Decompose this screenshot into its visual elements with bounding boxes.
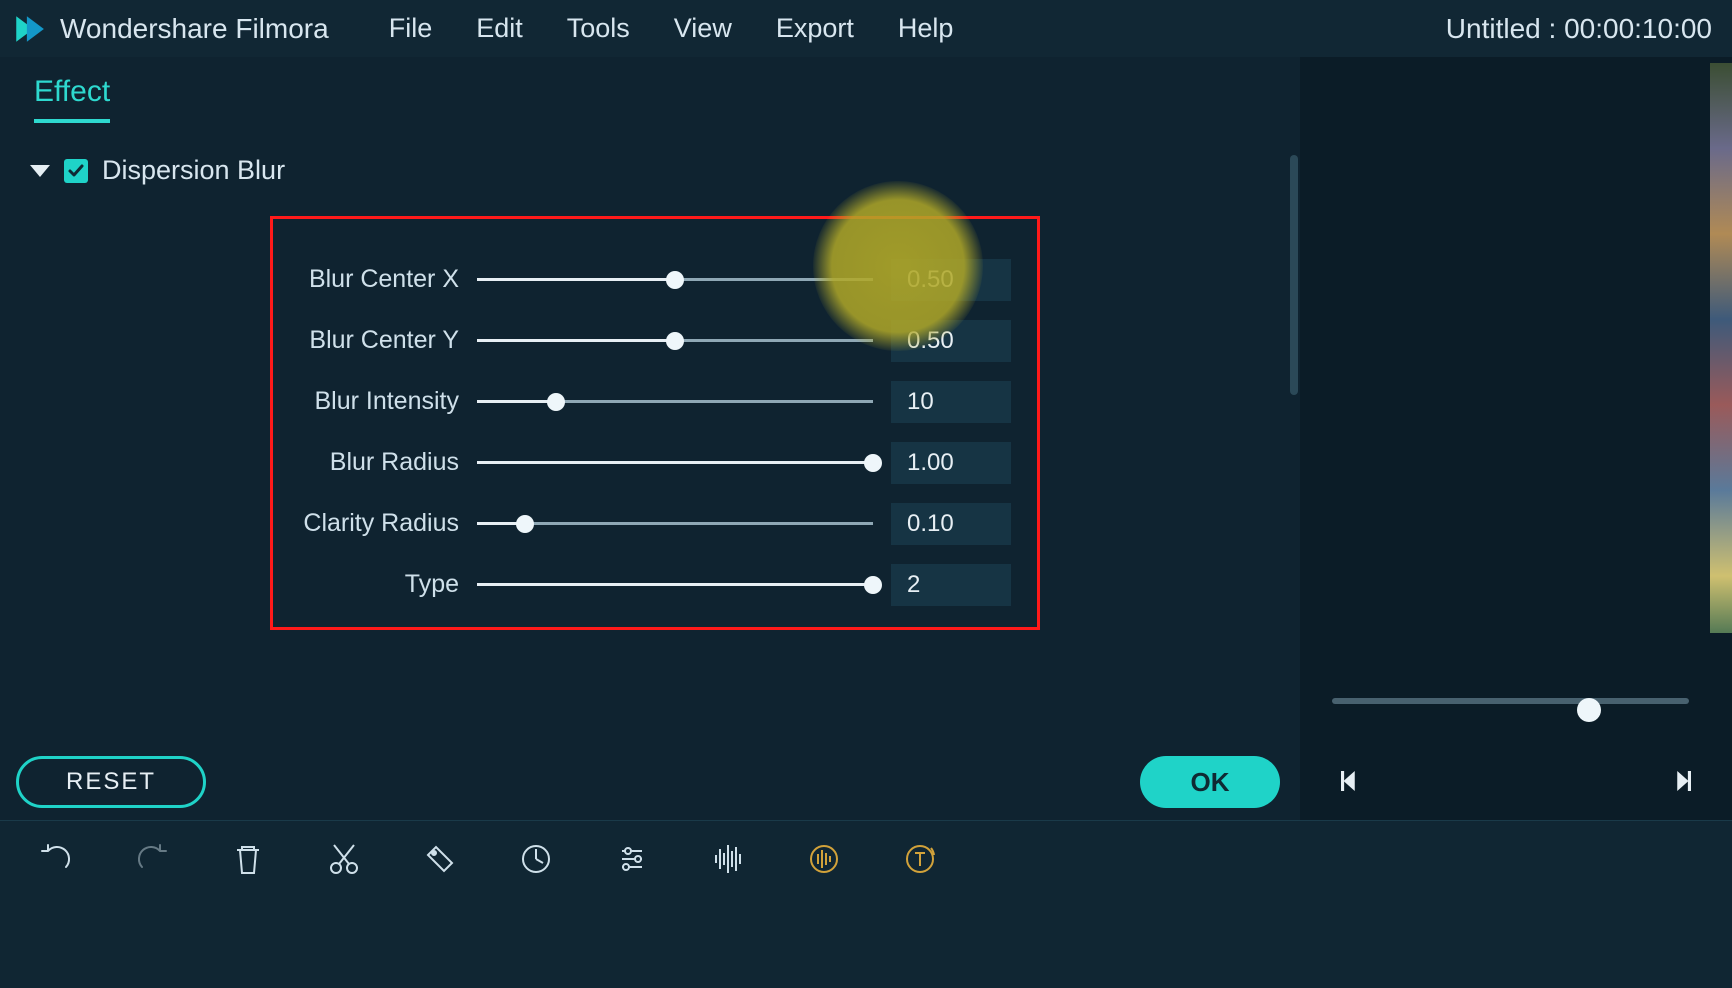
- control-slider[interactable]: [477, 451, 873, 475]
- app-logo-icon: [12, 12, 46, 46]
- effect-body: Dispersion Blur Blur Center X 0.50 Blur …: [30, 155, 1300, 820]
- adjust-button[interactable]: [610, 837, 654, 881]
- control-row: Type 2: [299, 554, 1011, 615]
- control-label: Blur Center X: [299, 265, 459, 294]
- preview-panel: [1300, 57, 1732, 820]
- control-row: Blur Intensity 10: [299, 371, 1011, 432]
- redo-button[interactable]: [130, 837, 174, 881]
- preview-thumbnail-strip: [1710, 63, 1732, 633]
- speed-button[interactable]: [514, 837, 558, 881]
- caret-down-icon[interactable]: [30, 165, 50, 177]
- main-area: Effect Dispersion Blur Blur Center X 0.5…: [0, 57, 1732, 820]
- project-title: Untitled : 00:00:10:00: [1446, 13, 1712, 45]
- menu-view[interactable]: View: [674, 13, 732, 44]
- section-title: Dispersion Blur: [102, 155, 285, 186]
- menu-edit[interactable]: Edit: [476, 13, 523, 44]
- control-slider[interactable]: [477, 573, 873, 597]
- cut-button[interactable]: [322, 837, 366, 881]
- delete-button[interactable]: [226, 837, 270, 881]
- menu-items: File Edit Tools View Export Help: [389, 13, 954, 44]
- menu-export[interactable]: Export: [776, 13, 854, 44]
- zoom-slider[interactable]: [1332, 698, 1689, 722]
- ok-button[interactable]: OK: [1140, 756, 1280, 808]
- panel-buttons: RESET OK: [16, 756, 1280, 808]
- menubar: Wondershare Filmora File Edit Tools View…: [0, 0, 1732, 57]
- control-value[interactable]: 1.00: [891, 442, 1011, 484]
- tag-button[interactable]: [418, 837, 462, 881]
- tab-effect[interactable]: Effect: [34, 75, 110, 123]
- panel-tabs: Effect: [30, 75, 1300, 123]
- menu-help[interactable]: Help: [898, 13, 954, 44]
- control-row: Blur Center X 0.50: [299, 249, 1011, 310]
- control-label: Clarity Radius: [299, 509, 459, 538]
- control-value[interactable]: 2: [891, 564, 1011, 606]
- control-value[interactable]: 10: [891, 381, 1011, 423]
- control-value[interactable]: 0.10: [891, 503, 1011, 545]
- control-row: Blur Center Y 0.50: [299, 310, 1011, 371]
- bottom-toolbar: [0, 820, 1732, 988]
- control-value[interactable]: 0.50: [891, 259, 1011, 301]
- control-value[interactable]: 0.50: [891, 320, 1011, 362]
- control-row: Blur Radius 1.00: [299, 432, 1011, 493]
- audio-enhance-button[interactable]: [802, 837, 846, 881]
- control-label: Blur Intensity: [299, 387, 459, 416]
- panel-scrollbar[interactable]: [1290, 155, 1298, 395]
- undo-button[interactable]: [34, 837, 78, 881]
- menu-file[interactable]: File: [389, 13, 433, 44]
- control-slider[interactable]: [477, 329, 873, 353]
- menu-tools[interactable]: Tools: [567, 13, 630, 44]
- reset-button[interactable]: RESET: [16, 756, 206, 808]
- control-label: Blur Center Y: [299, 326, 459, 355]
- controls-annotation-box: Blur Center X 0.50 Blur Center Y 0.50 Bl…: [270, 216, 1040, 630]
- audio-waveform-button[interactable]: [706, 837, 750, 881]
- app-title: Wondershare Filmora: [60, 13, 329, 45]
- preview-controls: [1300, 698, 1732, 820]
- control-label: Blur Radius: [299, 448, 459, 477]
- control-slider[interactable]: [477, 390, 873, 414]
- control-slider[interactable]: [477, 268, 873, 292]
- effect-panel: Effect Dispersion Blur Blur Center X 0.5…: [0, 57, 1300, 820]
- section-header[interactable]: Dispersion Blur: [30, 155, 1300, 186]
- next-frame-button[interactable]: [1660, 760, 1702, 802]
- section-checkbox[interactable]: [64, 159, 88, 183]
- prev-frame-button[interactable]: [1330, 760, 1372, 802]
- control-label: Type: [299, 570, 459, 599]
- text-timer-button[interactable]: [898, 837, 942, 881]
- control-row: Clarity Radius 0.10: [299, 493, 1011, 554]
- control-slider[interactable]: [477, 512, 873, 536]
